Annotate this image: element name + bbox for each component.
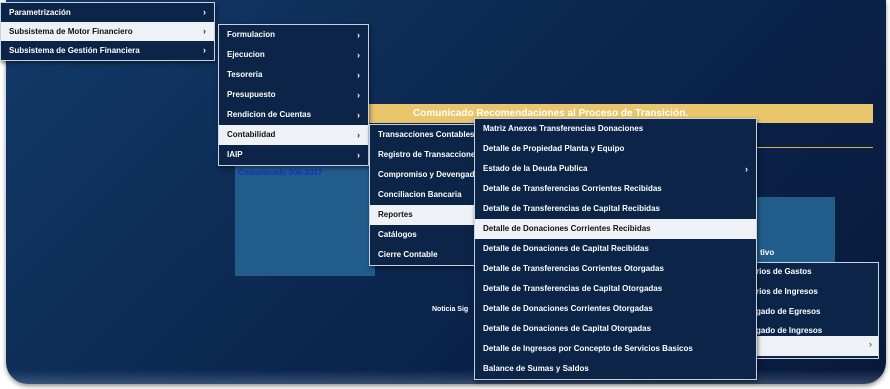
menu-item-label: Detalle de Donaciones Corrientes Otorgad… bbox=[483, 304, 653, 313]
menu-item-rendicion-de-cuentas[interactable]: Rendicion de Cuentas › bbox=[219, 105, 368, 125]
menu-item-detalle-de-donaciones-de-capital-recibidas[interactable]: Detalle de Donaciones de Capital Recibid… bbox=[475, 239, 756, 259]
chevron-right-icon: › bbox=[203, 45, 206, 55]
menu-item-matriz-anexos-transferencias-donaciones[interactable]: Matriz Anexos Transferencias Donaciones bbox=[475, 119, 756, 139]
menu-item-label: Cierre Contable bbox=[378, 250, 438, 259]
menu-item-label: Estado de la Deuda Publica bbox=[483, 164, 588, 173]
menu-item-contabilidad[interactable]: Contabilidad › bbox=[219, 125, 368, 145]
menu-item-iaip[interactable]: IAIP › bbox=[219, 145, 368, 165]
menu-item-label: Detalle de Transferencias Corrientes Rec… bbox=[483, 184, 662, 193]
fragment-ingresos[interactable]: rios de Ingresos bbox=[756, 287, 818, 296]
chevron-right-icon: › bbox=[203, 26, 206, 36]
menu-item-label: Conciliacion Bancaria bbox=[378, 190, 462, 199]
menu-item-ejecucion[interactable]: Ejecucion › bbox=[219, 45, 368, 65]
menu-item-label: Detalle de Donaciones de Capital Recibid… bbox=[483, 244, 649, 253]
noticia-label: Noticia Sig bbox=[432, 306, 469, 313]
menu-item-label: Reportes bbox=[378, 210, 413, 219]
menu-item-subsistema-de-gestion-financiera[interactable]: Subsistema de Gestión Financiera › bbox=[1, 41, 214, 60]
fragment-tivo: tivo bbox=[760, 248, 775, 257]
menu-item-label: Detalle de Transferencias de Capital Rec… bbox=[483, 204, 660, 213]
menu-item-label: Matriz Anexos Transferencias Donaciones bbox=[483, 124, 644, 133]
menu-item-label: Formulacion bbox=[227, 30, 276, 39]
menu-item-detalle-de-transferencias-corrientes-otorgadas[interactable]: Detalle de Transferencias Corrientes Oto… bbox=[475, 259, 756, 279]
menu-item-detalle-de-transferencias-de-capital-recibidas[interactable]: Detalle de Transferencias de Capital Rec… bbox=[475, 199, 756, 219]
menu-level3: Transacciones Contables Registro de Trans… bbox=[369, 124, 476, 266]
menu-item-label: Detalle de Donaciones de Capital Otorgad… bbox=[483, 324, 652, 333]
menu-item-label: Detalle de Donaciones Corrientes Recibid… bbox=[483, 224, 651, 233]
chevron-right-icon: › bbox=[357, 70, 360, 80]
menu-item-detalle-de-transferencias-de-capital-otorgadas[interactable]: Detalle de Transferencias de Capital Oto… bbox=[475, 279, 756, 299]
menu-item-label: Detalle de Ingresos por Concepto de Serv… bbox=[483, 344, 693, 353]
menu-item-transacciones-contables[interactable]: Transacciones Contables bbox=[370, 125, 475, 145]
menu-level1: Parametrización › Subsistema de Motor Fina… bbox=[0, 2, 215, 61]
menu-level2: Formulacion › Ejecucion › Tesoreria › Presupue… bbox=[218, 24, 369, 166]
menu-item-label: Balance de Sumas y Saldos bbox=[483, 364, 589, 373]
menu-item-reportes[interactable]: Reportes bbox=[370, 205, 475, 225]
menu-item-label: Presupuesto bbox=[227, 90, 276, 99]
menu-item-registro-de-transacciones[interactable]: Registro de Transacciones bbox=[370, 145, 475, 165]
menu-item-label: Detalle de Transferencias Corrientes Oto… bbox=[483, 264, 664, 273]
menu-item-label: Subsistema de Motor Financiero bbox=[9, 27, 133, 36]
chevron-right-icon: › bbox=[203, 7, 206, 17]
menu-item-compromiso-y-devengado[interactable]: Compromiso y Devengado bbox=[370, 165, 475, 185]
fragment-egresos[interactable]: gado de Egresos bbox=[756, 307, 820, 316]
menu-item-cierre-contable[interactable]: Cierre Contable bbox=[370, 245, 475, 265]
menu-item-label: Ejecucion bbox=[227, 50, 265, 59]
chevron-right-icon: › bbox=[357, 90, 360, 100]
menu-item-label: IAIP bbox=[227, 150, 243, 159]
chevron-right-icon: › bbox=[357, 50, 360, 60]
menu-level4: Matriz Anexos Transferencias Donaciones D… bbox=[474, 118, 757, 380]
menu-item-presupuesto[interactable]: Presupuesto › bbox=[219, 85, 368, 105]
menu-item-formulacion[interactable]: Formulacion › bbox=[219, 25, 368, 45]
menu-item-label: Detalle de Propiedad Planta y Equipo bbox=[483, 144, 625, 153]
fragment-dev-ingresos[interactable]: gado de Ingresos bbox=[756, 326, 822, 335]
menu-item-label: Parametrización bbox=[9, 8, 71, 17]
menu-item-subsistema-de-motor-financiero[interactable]: Subsistema de Motor Financiero › bbox=[1, 22, 214, 41]
highlighted-row[interactable] bbox=[756, 336, 878, 356]
chevron-right-icon: › bbox=[745, 164, 748, 174]
menu-item-estado-de-la-deuda-publica[interactable]: Estado de la Deuda Publica › bbox=[475, 159, 756, 179]
menu-item-label: Subsistema de Gestión Financiera bbox=[9, 46, 140, 55]
comunicado-link[interactable]: Comunicado 006-2017 bbox=[238, 168, 322, 177]
menu-item-label: Registro de Transacciones bbox=[378, 150, 475, 159]
chevron-right-icon: › bbox=[357, 130, 360, 140]
menu-item-label: Transacciones Contables bbox=[378, 130, 475, 139]
menu-item-label: Detalle de Transferencias de Capital Oto… bbox=[483, 284, 663, 293]
chevron-right-icon: › bbox=[357, 110, 360, 120]
fragment-gastos[interactable]: rios de Gastos bbox=[756, 267, 812, 276]
menu-item-label: Contabilidad bbox=[227, 130, 276, 139]
menu-item-balance-de-sumas-y-saldos[interactable]: Balance de Sumas y Saldos bbox=[475, 359, 756, 379]
menu-item-detalle-de-donaciones-corrientes-otorgadas[interactable]: Detalle de Donaciones Corrientes Otorgad… bbox=[475, 299, 756, 319]
chevron-right-icon: › bbox=[357, 150, 360, 160]
banner-underline bbox=[755, 147, 873, 148]
menu-item-detalle-de-donaciones-de-capital-otorgadas[interactable]: Detalle de Donaciones de Capital Otorgad… bbox=[475, 319, 756, 339]
menu-item-detalle-de-transferencias-corrientes-recibidas[interactable]: Detalle de Transferencias Corrientes Rec… bbox=[475, 179, 756, 199]
submenu-right: rios de Gastos rios de Ingresos gado de … bbox=[755, 262, 879, 359]
chevron-right-icon: › bbox=[869, 339, 872, 349]
menu-item-label: Compromiso y Devengado bbox=[378, 170, 475, 179]
menu-item-parametrizacion[interactable]: Parametrización › bbox=[1, 3, 214, 22]
menu-item-label: Catálogos bbox=[378, 230, 417, 239]
menu-item-tesoreria[interactable]: Tesoreria › bbox=[219, 65, 368, 85]
menu-item-label: Rendicion de Cuentas bbox=[227, 110, 312, 119]
menu-item-catalogos[interactable]: Catálogos bbox=[370, 225, 475, 245]
menu-item-detalle-de-ingresos-por-concepto-de-servicios-basicos[interactable]: Detalle de Ingresos por Concepto de Serv… bbox=[475, 339, 756, 359]
menu-item-detalle-de-propiedad-planta-y-equipo[interactable]: Detalle de Propiedad Planta y Equipo bbox=[475, 139, 756, 159]
menu-item-conciliacion-bancaria[interactable]: Conciliacion Bancaria bbox=[370, 185, 475, 205]
menu-item-detalle-de-donaciones-corrientes-recibidas[interactable]: Detalle de Donaciones Corrientes Recibid… bbox=[475, 219, 756, 239]
chevron-right-icon: › bbox=[357, 30, 360, 40]
menu-item-label: Tesoreria bbox=[227, 70, 263, 79]
